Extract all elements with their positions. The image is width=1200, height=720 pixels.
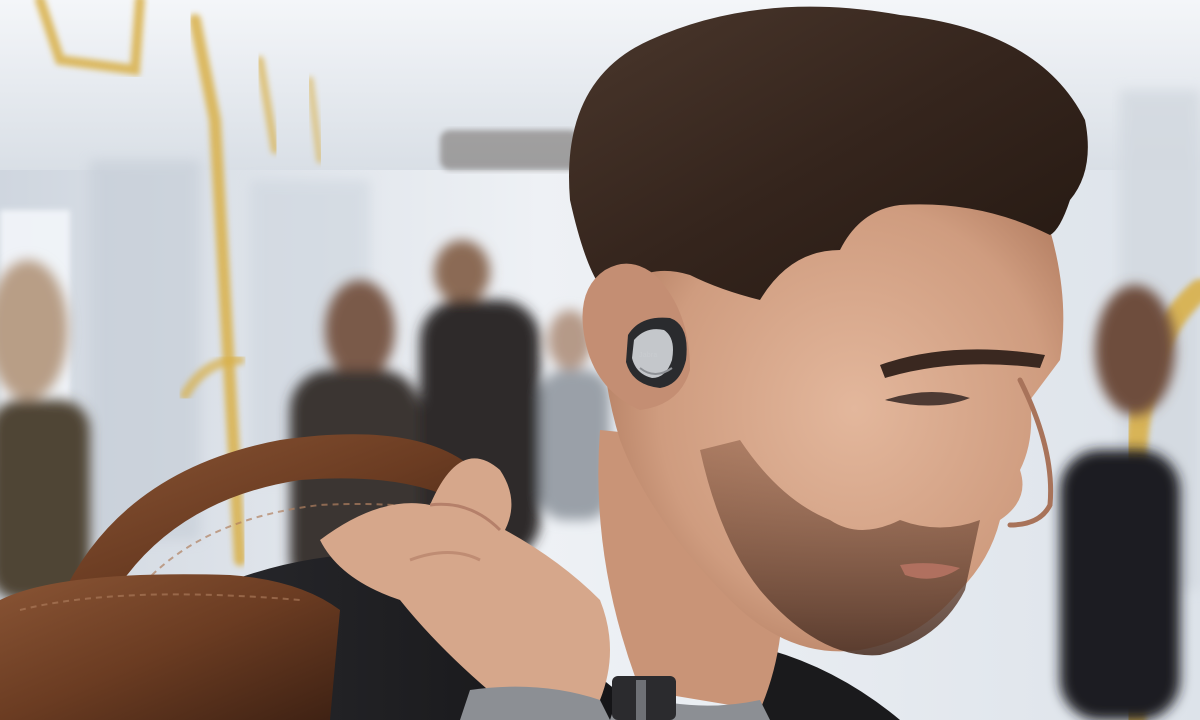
earbud-brand-text: Jabra xyxy=(639,352,658,359)
bag-body xyxy=(0,574,340,720)
photo-canvas: Jabra xyxy=(0,0,1200,720)
photo-scene: Jabra xyxy=(0,0,1200,720)
earbud: Jabra xyxy=(626,317,687,388)
